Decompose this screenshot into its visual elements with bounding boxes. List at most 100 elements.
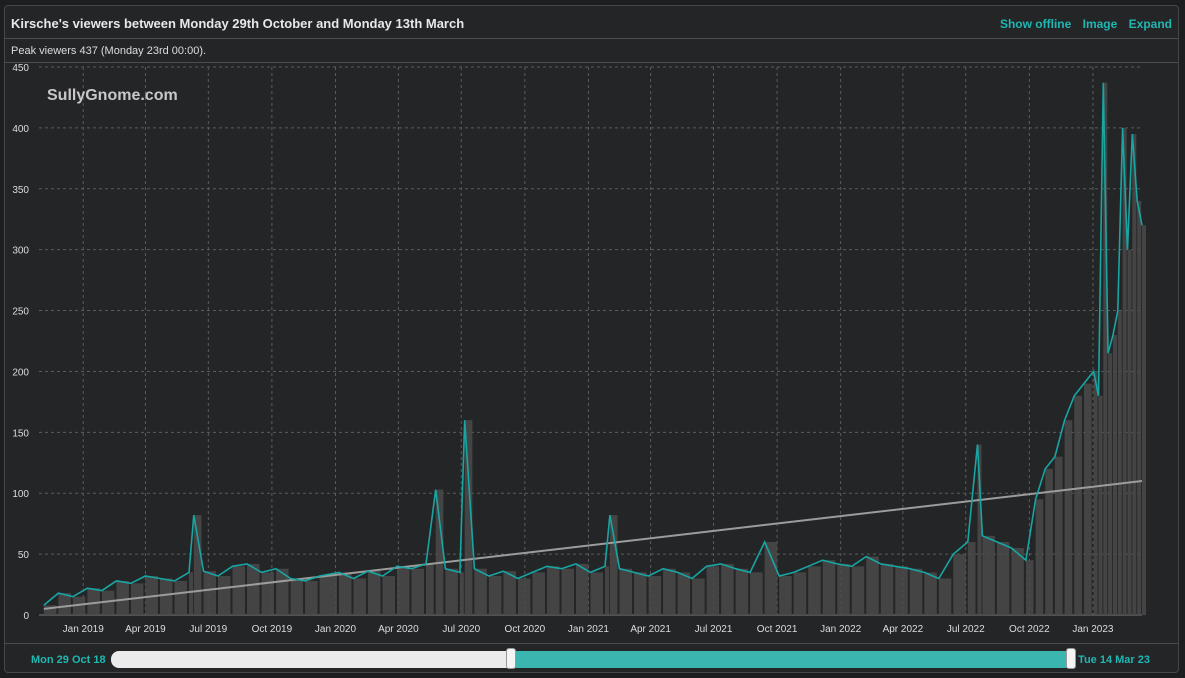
- viewer-bar: [247, 563, 260, 615]
- viewer-bar: [764, 541, 778, 615]
- viewer-bar: [953, 554, 966, 615]
- viewer-bar: [793, 572, 807, 615]
- viewer-bar: [605, 566, 610, 615]
- viewer-bar: [459, 572, 464, 615]
- viewer-bar: [609, 515, 618, 615]
- viewer-bar: [1137, 200, 1142, 615]
- x-tick-label: Jan 2019: [63, 624, 105, 635]
- y-tick-label: 250: [12, 307, 29, 318]
- range-start-label: Mon 29 Oct 18: [31, 654, 106, 666]
- viewer-bar: [353, 578, 366, 615]
- viewer-bar: [663, 568, 676, 615]
- expand-link[interactable]: Expand: [1129, 17, 1172, 31]
- viewer-bar: [1117, 310, 1122, 615]
- viewer-bar: [924, 572, 937, 615]
- viewer-bar: [634, 572, 647, 615]
- viewer-bar: [435, 489, 444, 615]
- y-tick-label: 350: [12, 185, 29, 196]
- viewer-bar: [1093, 371, 1098, 615]
- viewer-bar: [880, 563, 894, 615]
- chart-bars: [43, 82, 1146, 616]
- range-navigator: Mon 29 Oct 18 Tue 14 Mar 23: [5, 643, 1178, 674]
- x-tick-label: Oct 2020: [505, 624, 546, 635]
- x-tick-label: Jan 2022: [820, 624, 862, 635]
- chart-subheader: Peak viewers 437 (Monday 23rd 00:00).: [5, 39, 1178, 63]
- viewer-bar: [261, 572, 275, 615]
- x-tick-label: Jul 2019: [189, 624, 227, 635]
- viewer-bar: [174, 580, 187, 615]
- viewer-bar: [895, 566, 908, 615]
- x-tick-label: Jul 2022: [947, 624, 985, 635]
- viewer-bar: [188, 572, 193, 615]
- chart-title: Kirsche's viewers between Monday 29th Oc…: [11, 16, 465, 31]
- viewer-bar: [503, 571, 516, 615]
- x-tick-label: Jan 2021: [568, 624, 610, 635]
- viewer-bar: [159, 578, 173, 615]
- viewer-bar: [808, 566, 821, 615]
- panel-header: Kirsche's viewers between Monday 29th Oc…: [5, 6, 1178, 39]
- viewer-bar: [411, 568, 425, 615]
- viewer-bar: [1112, 334, 1117, 615]
- viewer-bar: [619, 568, 633, 615]
- viewer-bar: [517, 578, 531, 615]
- viewer-bar: [750, 572, 763, 615]
- x-tick-label: Apr 2021: [630, 624, 671, 635]
- y-tick-label: 150: [12, 428, 29, 439]
- viewer-bar: [866, 556, 879, 615]
- viewer-bar: [367, 571, 381, 615]
- viewer-bar: [1127, 249, 1132, 615]
- viewer-bar: [474, 568, 487, 615]
- viewer-bar: [706, 566, 720, 615]
- viewer-bar: [938, 578, 952, 615]
- viewer-bar: [546, 566, 560, 615]
- viewer-bar: [445, 568, 458, 615]
- x-tick-label: Apr 2022: [883, 624, 924, 635]
- viewer-bar: [1083, 383, 1092, 615]
- viewer-bar: [232, 566, 246, 615]
- image-link[interactable]: Image: [1083, 17, 1118, 31]
- y-axis: 0 50 100 150 200 250 300 350 400 450: [12, 63, 29, 622]
- viewer-bar: [305, 580, 318, 615]
- viewer-bar: [532, 572, 545, 615]
- viewer-bar: [735, 568, 749, 615]
- x-tick-label: Jul 2020: [442, 624, 480, 635]
- viewer-bar: [779, 576, 792, 615]
- y-tick-label: 200: [12, 367, 29, 378]
- viewer-bar: [677, 572, 691, 615]
- viewer-bar: [822, 560, 836, 615]
- viewer-bar: [909, 568, 923, 615]
- viewer-bar: [1025, 560, 1034, 615]
- viewer-bar: [290, 578, 304, 615]
- show-offline-link[interactable]: Show offline: [1000, 17, 1071, 31]
- viewer-bar: [319, 576, 337, 615]
- x-axis: Jan 2019 Apr 2019 Jul 2019 Oct 2019 Jan 2020…: [63, 624, 1114, 635]
- range-slider-track[interactable]: [111, 648, 1076, 669]
- x-tick-label: Oct 2021: [757, 624, 798, 635]
- viewer-bar: [721, 563, 734, 615]
- viewer-bar: [193, 515, 202, 615]
- y-tick-label: 0: [23, 611, 29, 622]
- viewer-bar: [1054, 456, 1063, 615]
- viewer-bar: [116, 580, 129, 615]
- viewer-bar: [1035, 499, 1044, 615]
- range-handle-left[interactable]: [506, 648, 516, 669]
- chart-panel: Kirsche's viewers between Monday 29th Oc…: [4, 5, 1179, 673]
- header-actions: Show offline Image Expand: [992, 17, 1172, 31]
- viewer-bar: [561, 568, 574, 615]
- viewer-bar: [996, 541, 1010, 615]
- range-handle-right[interactable]: [1066, 648, 1076, 669]
- x-tick-label: Oct 2019: [252, 624, 293, 635]
- viewer-bar: [382, 576, 395, 615]
- viewer-bar: [1011, 548, 1024, 615]
- viewer-bar: [1142, 225, 1146, 616]
- chart-grid: [39, 66, 1142, 616]
- x-tick-label: Oct 2022: [1009, 624, 1050, 635]
- viewer-bar: [575, 563, 589, 615]
- viewer-bar: [967, 541, 976, 615]
- range-slider-selection[interactable]: [511, 651, 1071, 668]
- viewers-chart[interactable]: 0 50 100 150 200 250 300 350 400 450 Jan 2019 Apr …: [5, 63, 1178, 643]
- peak-viewers-text: Peak viewers 437 (Monday 23rd 00:00).: [11, 45, 207, 57]
- viewer-bar: [648, 576, 662, 615]
- x-tick-label: Apr 2019: [125, 624, 166, 635]
- viewer-bar: [692, 578, 705, 615]
